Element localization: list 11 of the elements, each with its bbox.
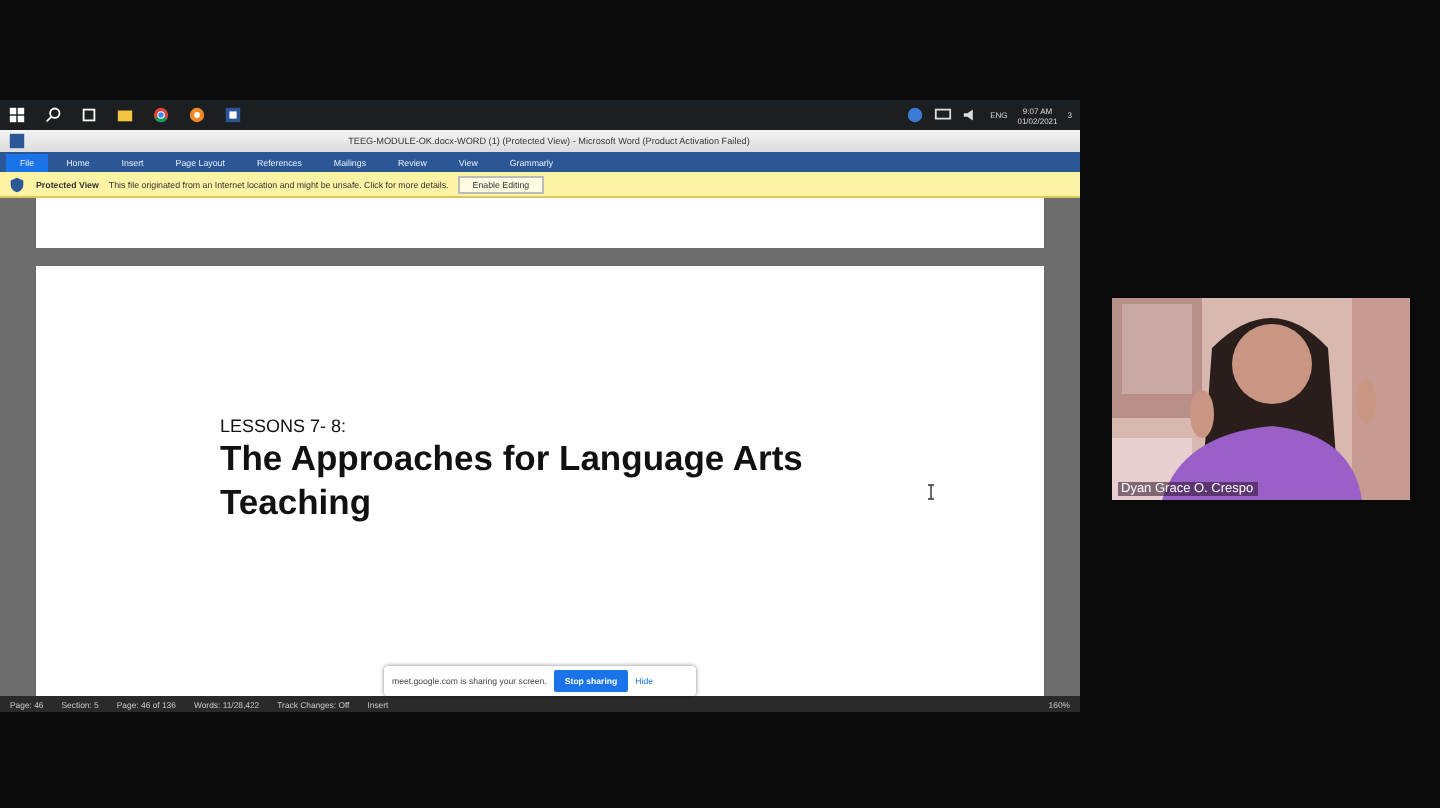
monitor-icon[interactable] <box>934 106 953 124</box>
app-icon[interactable] <box>188 106 206 124</box>
chrome-icon[interactable] <box>152 106 170 124</box>
document-heading: The Approaches for Language Arts Teaching <box>220 436 805 524</box>
folder-icon[interactable] <box>116 106 134 124</box>
windows-icon[interactable] <box>8 106 26 124</box>
shield-icon <box>8 175 26 193</box>
search-icon[interactable] <box>44 106 62 124</box>
lesson-label: LESSONS 7- 8: <box>220 416 349 436</box>
task-view-icon[interactable] <box>80 106 98 124</box>
text-cursor-icon <box>926 484 936 500</box>
